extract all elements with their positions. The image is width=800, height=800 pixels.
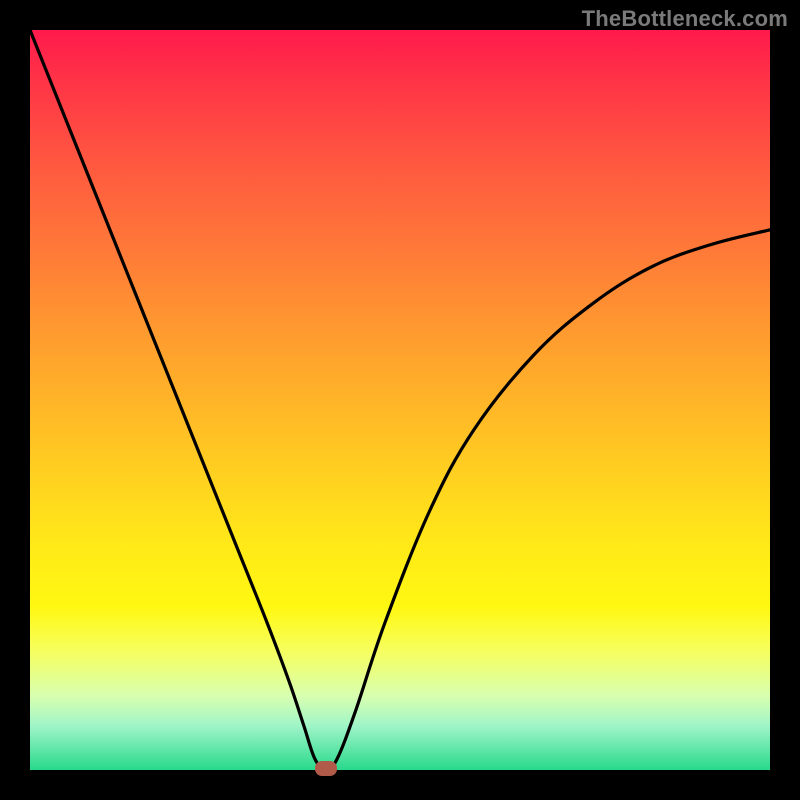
chart-canvas: TheBottleneck.com — [0, 0, 800, 800]
watermark-text: TheBottleneck.com — [582, 6, 788, 32]
bottleneck-curve — [30, 30, 770, 770]
plot-area — [30, 30, 770, 770]
optimal-point-marker — [315, 761, 337, 776]
